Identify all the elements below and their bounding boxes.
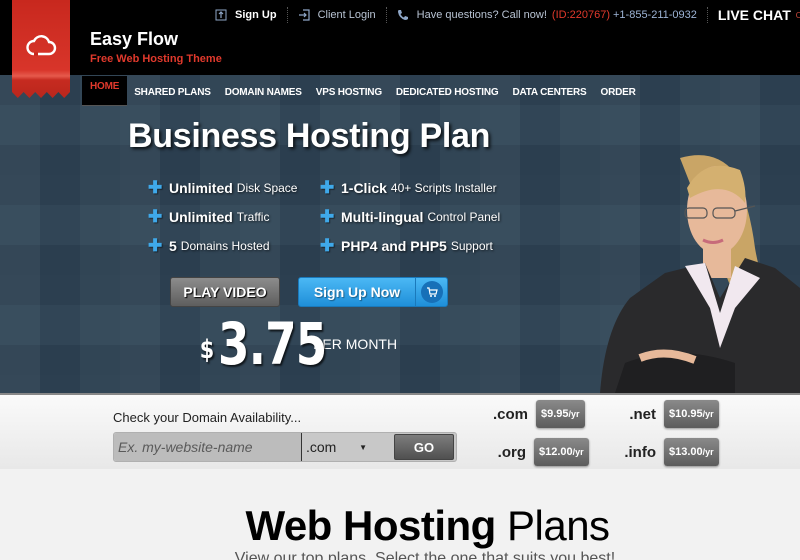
domain-search-form: .com ▼ GO (113, 432, 457, 462)
cloud-icon (26, 35, 57, 56)
feature-bold: PHP4 and PHP5 (341, 237, 447, 254)
signup-label: Sign Up (235, 9, 277, 21)
feature-text: Disk Space (236, 180, 298, 195)
tld-price: $9.95 (541, 408, 569, 420)
plus-icon: ✚ (148, 178, 163, 197)
plans-title: Web Hosting Plans (0, 502, 800, 550)
feature-item: ✚ Multi-lingual Control Panel (320, 207, 520, 226)
feature-text: 40+ Scripts Installer (390, 180, 497, 195)
nav-dedicated-hosting[interactable]: DEDICATED HOSTING (389, 76, 506, 106)
tld-unit: /yr (572, 447, 584, 457)
divider (385, 7, 387, 23)
tld-price-com: .com $9.95/yr (480, 400, 585, 428)
tld-select[interactable]: .com ▼ (302, 433, 394, 461)
plus-icon: ✚ (320, 236, 335, 255)
cart-icon-wrap (416, 281, 447, 303)
tld-price: $12.00 (539, 446, 573, 458)
domain-label: Check your Domain Availability... (113, 410, 302, 425)
price-amount: 3.75 (218, 310, 327, 378)
plans-title-rest: Plans (507, 502, 610, 549)
tld-selected: .com (306, 439, 337, 455)
tld-price: $10.95 (669, 408, 703, 420)
plus-icon: ✚ (320, 178, 335, 197)
tld-unit: /yr (702, 447, 714, 457)
tld-price-button[interactable]: $9.95/yr (536, 400, 585, 428)
cart-icon (420, 281, 443, 303)
feature-list: ✚ Unlimited Disk Space ✚ 1-Click 40+ Scripts… (148, 178, 520, 255)
main-nav: HOME SHARED PLANS DOMAIN NAMES VPS HOSTI… (82, 76, 643, 106)
call-text: Have questions? Call now! (416, 9, 547, 21)
nav-data-centers[interactable]: DATA CENTERS (505, 76, 593, 106)
hero-title: Business Hosting Plan (128, 117, 491, 155)
tld-price-org: .org $12.00/yr (478, 438, 589, 466)
feature-text: Domains Hosted (180, 238, 270, 253)
nav-order[interactable]: ORDER (594, 76, 643, 106)
client-login-link[interactable]: Client Login (298, 9, 376, 21)
tld-unit: /yr (702, 409, 714, 419)
tld-price-button[interactable]: $10.95/yr (664, 400, 719, 428)
feature-item: ✚ 1-Click 40+ Scripts Installer (320, 178, 520, 197)
feature-text: Support (450, 238, 493, 253)
brand-subtitle: Free Web Hosting Theme (90, 53, 222, 65)
plans-subtitle: View our top plans. Select the one that … (234, 550, 616, 560)
tld-unit: /yr (568, 409, 580, 419)
tld-name: .org (497, 443, 526, 461)
price-currency: $ (199, 335, 215, 365)
plus-icon: ✚ (320, 207, 335, 226)
tld-name: .info (624, 443, 656, 461)
feature-item: ✚ Unlimited Disk Space (148, 178, 320, 197)
client-login-label: Client Login (317, 9, 376, 21)
live-chat-status: OFFLINE (795, 10, 800, 20)
top-links: Sign Up Client Login Have questions? Cal… (215, 6, 800, 24)
feature-item: ✚ Unlimited Traffic (148, 207, 320, 226)
sign-up-now-label: Sign Up Now (299, 278, 416, 306)
go-button[interactable]: GO (394, 434, 454, 460)
phone-icon (397, 10, 408, 20)
signup-link[interactable]: Sign Up (215, 9, 277, 21)
live-chat-link[interactable]: LIVE CHAT OFFLINE (718, 7, 800, 23)
plus-icon: ✚ (148, 207, 163, 226)
feature-text: Control Panel (427, 209, 501, 224)
nav-home[interactable]: HOME (82, 76, 128, 106)
tld-price-button[interactable]: $13.00/yr (664, 438, 719, 466)
plans-title-bold: Web Hosting (245, 502, 496, 549)
live-chat-label: LIVE CHAT (717, 7, 791, 23)
plus-icon: ✚ (148, 236, 163, 255)
domain-input[interactable] (114, 433, 302, 461)
feature-bold: Multi-lingual (341, 208, 424, 225)
divider (706, 7, 708, 23)
sign-up-now-button[interactable]: Sign Up Now (298, 277, 448, 307)
feature-bold: 5 (169, 237, 177, 254)
tld-name: .com (492, 405, 528, 423)
play-video-button[interactable]: PLAY VIDEO (170, 277, 280, 307)
call-id: (ID:220767) (551, 9, 610, 21)
nav-shared-plans[interactable]: SHARED PLANS (127, 76, 218, 106)
feature-bold: 1-Click (341, 179, 387, 196)
feature-item: ✚ 5 Domains Hosted (148, 236, 320, 255)
feature-item: ✚ PHP4 and PHP5 Support (320, 236, 520, 255)
divider (286, 7, 288, 23)
price-display: $ 3.75 PER MONTH (198, 315, 397, 373)
feature-bold: Unlimited (169, 208, 233, 225)
tld-price: $13.00 (669, 446, 703, 458)
nav-vps-hosting[interactable]: VPS HOSTING (309, 76, 389, 106)
tld-price-net: .net $10.95/yr (608, 400, 719, 428)
tld-price-info: .info $13.00/yr (608, 438, 719, 466)
tld-price-button[interactable]: $12.00/yr (534, 438, 589, 466)
login-icon (298, 9, 310, 21)
businesswoman-image (600, 155, 800, 393)
phone-number[interactable]: +1-855-211-0932 (613, 9, 697, 21)
signup-icon (215, 9, 227, 21)
tld-name: .net (629, 405, 656, 423)
feature-text: Traffic (236, 209, 270, 224)
nav-domain-names[interactable]: DOMAIN NAMES (218, 76, 309, 106)
logo-ribbon[interactable] (12, 0, 70, 98)
call-info: Have questions? Call now! (ID:220767) +1-8… (397, 9, 697, 21)
dropdown-arrow-icon: ▼ (359, 442, 367, 452)
brand-title[interactable]: Easy Flow (90, 29, 178, 50)
feature-bold: Unlimited (169, 179, 233, 196)
